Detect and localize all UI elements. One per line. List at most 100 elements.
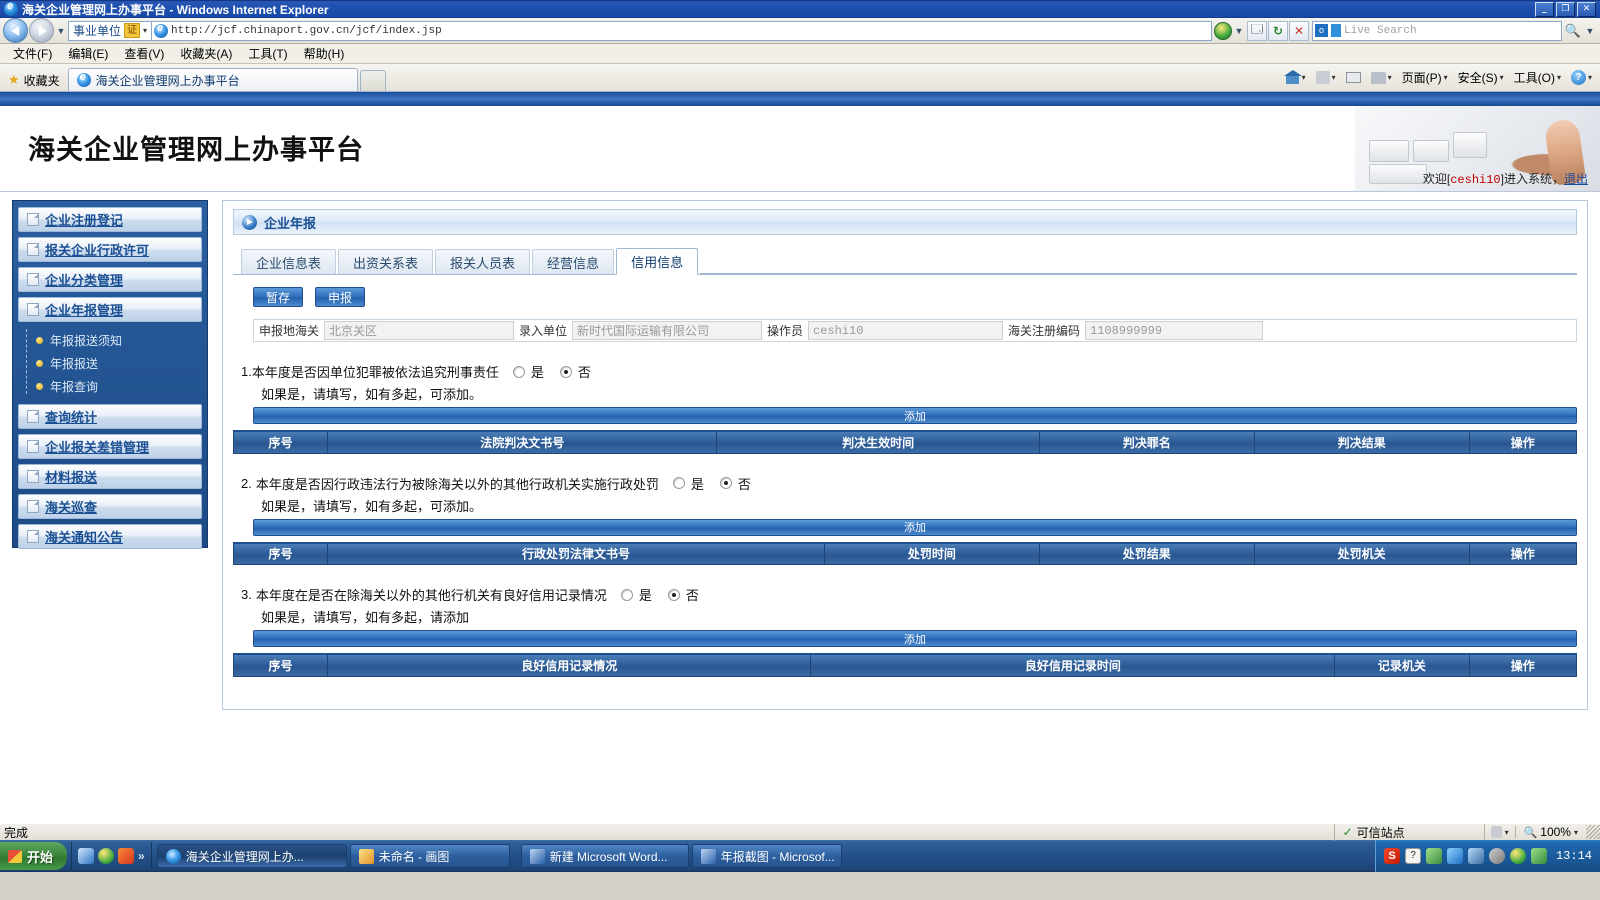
favorites-button[interactable]: ★ 收藏夹 — [4, 69, 68, 91]
menu-edit[interactable]: 编辑(E) — [61, 43, 115, 64]
home-button[interactable]: ▾ — [1281, 69, 1310, 87]
browser-tab-active[interactable]: 海关企业管理网上办事平台 — [68, 68, 358, 91]
start-button[interactable]: 开始 — [0, 842, 67, 870]
logout-link[interactable]: 退出 — [1564, 172, 1588, 186]
panel-title: 企业年报 — [264, 213, 316, 232]
quicklaunch-overflow-icon[interactable]: » — [138, 849, 145, 863]
sidebar-item-material-submission[interactable]: 材料报送 — [18, 464, 202, 489]
question-1-radio-yes[interactable] — [513, 366, 525, 378]
minimize-button[interactable]: _ — [1535, 2, 1554, 17]
field-value-entry-unit[interactable]: 新时代国际运输有限公司 — [572, 321, 762, 340]
sidebar-item-classification[interactable]: 企业分类管理 — [18, 267, 202, 292]
menu-tools[interactable]: 工具(T) — [241, 43, 294, 64]
save-draft-button[interactable]: 暂存 — [253, 287, 303, 307]
field-value-declaration-customs[interactable]: 北京关区 — [324, 321, 514, 340]
lock-caret-icon[interactable]: ▾ — [1505, 828, 1509, 837]
resize-grip[interactable] — [1586, 825, 1600, 839]
menu-view[interactable]: 查看(V) — [117, 43, 171, 64]
tools-menu-button[interactable]: 工具(O)▾ — [1510, 67, 1565, 88]
question-1-radio-no[interactable] — [560, 366, 572, 378]
quicklaunch-browser-icon[interactable] — [78, 848, 94, 864]
window-titlebar: 海关企业管理网上办事平台 - Windows Internet Explorer… — [0, 0, 1600, 18]
back-button[interactable] — [3, 18, 28, 43]
print-button[interactable]: ▾ — [1367, 70, 1396, 86]
tray-shield-icon[interactable] — [1531, 848, 1547, 864]
feeds-button[interactable]: ▾ — [1312, 69, 1340, 86]
close-button[interactable]: ✕ — [1577, 2, 1596, 17]
security-zone-indicator[interactable]: ✓ 可信站点 — [1335, 824, 1485, 841]
sidebar-item-error-management[interactable]: 企业报关差错管理 — [18, 434, 202, 459]
tray-help-icon[interactable]: ? — [1405, 848, 1421, 864]
mail-button[interactable] — [1342, 70, 1365, 85]
tray-sogou-icon[interactable]: S — [1384, 848, 1400, 864]
tab-declarant-list[interactable]: 报关人员表 — [435, 249, 530, 274]
print-caret-icon[interactable]: ▾ — [1388, 73, 1392, 82]
page-caret-icon[interactable]: ▾ — [1444, 73, 1448, 82]
question-3-add-button[interactable]: 添加 — [253, 630, 1577, 647]
field-value-operator[interactable]: ceshi10 — [808, 321, 1003, 340]
address-bar[interactable]: http://jcf.chinaport.gov.cn/jcf/index.js… — [151, 21, 1212, 41]
certificate-caret-icon[interactable]: ▾ — [143, 26, 147, 35]
sidebar-subitem-report-query[interactable]: 年报查询 — [36, 375, 202, 398]
address-dropdown-icon[interactable]: ▼ — [1232, 26, 1246, 36]
protected-mode-indicator[interactable]: ▾ — [1485, 826, 1516, 838]
forward-button[interactable] — [29, 18, 54, 43]
go-button[interactable] — [1214, 22, 1232, 40]
quicklaunch-media-icon[interactable] — [118, 848, 134, 864]
question-2-radio-no[interactable] — [720, 477, 732, 489]
question-1-add-button[interactable]: 添加 — [253, 407, 1577, 424]
task-button-paint[interactable]: 未命名 - 画图 — [350, 844, 510, 868]
tray-blue-icon[interactable] — [1447, 848, 1463, 864]
sidebar-item-query-statistics[interactable]: 查询统计 — [18, 404, 202, 429]
submit-button[interactable]: 申报 — [315, 287, 365, 307]
question-3-radio-yes[interactable] — [621, 589, 633, 601]
tray-clock-icon[interactable] — [1489, 848, 1505, 864]
system-clock[interactable]: 13:14 — [1552, 849, 1592, 863]
restore-button[interactable]: ❐ — [1556, 2, 1575, 17]
search-provider-dropdown-icon[interactable]: ▼ — [1583, 26, 1597, 36]
home-caret-icon[interactable]: ▾ — [1302, 73, 1306, 82]
sidebar-item-customs-inspection[interactable]: 海关巡查 — [18, 494, 202, 519]
question-2-add-button[interactable]: 添加 — [253, 519, 1577, 536]
question-2-radio-yes[interactable] — [673, 477, 685, 489]
field-value-customs-code[interactable]: 1108999999 — [1085, 321, 1263, 340]
quicklaunch-antivirus-icon[interactable] — [98, 848, 114, 864]
recent-pages-dropdown-icon[interactable]: ▼ — [54, 26, 68, 36]
stop-icon[interactable]: ✕ — [1289, 21, 1309, 41]
refresh-icon[interactable]: ↻ — [1268, 21, 1288, 41]
certificate-indicator[interactable]: 事业单位 证 ▾ — [68, 21, 151, 41]
new-tab-button[interactable] — [360, 70, 386, 91]
sidebar-subitem-report-notice[interactable]: 年报报送须知 — [36, 329, 202, 352]
sidebar-item-customs-announcements[interactable]: 海关通知公告 — [18, 524, 202, 549]
tray-green-icon[interactable] — [1426, 848, 1442, 864]
tab-credit-info[interactable]: 信用信息 — [616, 248, 698, 275]
menu-file[interactable]: 文件(F) — [6, 43, 59, 64]
search-input[interactable]: o Live Search — [1312, 21, 1562, 41]
tools-caret-icon[interactable]: ▾ — [1557, 73, 1561, 82]
tray-network-icon[interactable] — [1468, 848, 1484, 864]
tray-antivirus-icon[interactable] — [1510, 848, 1526, 864]
help-caret-icon[interactable]: ▾ — [1588, 73, 1592, 82]
sidebar-subitem-report-submit[interactable]: 年报报送 — [36, 352, 202, 375]
help-menu-button[interactable]: ?▾ — [1567, 68, 1596, 87]
menu-favorites[interactable]: 收藏夹(A) — [173, 43, 239, 64]
safety-menu-button[interactable]: 安全(S)▾ — [1454, 67, 1508, 88]
tab-capital-relation[interactable]: 出资关系表 — [338, 249, 433, 274]
zoom-caret-icon[interactable]: ▾ — [1574, 828, 1578, 837]
zoom-control[interactable]: 🔍 100% ▾ — [1516, 825, 1586, 839]
menu-help[interactable]: 帮助(H) — [297, 43, 352, 64]
page-menu-button[interactable]: 页面(P)▾ — [1398, 67, 1452, 88]
sidebar-item-enterprise-registration[interactable]: 企业注册登记 — [18, 207, 202, 232]
search-submit-icon[interactable]: 🔍 — [1563, 21, 1583, 41]
sidebar-item-declaration-license[interactable]: 报关企业行政许可 — [18, 237, 202, 262]
task-button-word-2[interactable]: 年报截图 - Microsof... — [692, 844, 842, 868]
tab-enterprise-info[interactable]: 企业信息表 — [241, 249, 336, 274]
safety-caret-icon[interactable]: ▾ — [1500, 73, 1504, 82]
task-button-word-1[interactable]: 新建 Microsoft Word... — [521, 844, 689, 868]
tab-business-info[interactable]: 经营信息 — [532, 249, 614, 274]
question-3-radio-no[interactable] — [668, 589, 680, 601]
feeds-caret-icon[interactable]: ▾ — [1332, 73, 1336, 82]
sidebar-item-annual-report-management[interactable]: 企业年报管理 — [18, 297, 202, 322]
task-button-browser[interactable]: 海关企业管理网上办... — [157, 844, 347, 868]
compatibility-view-icon[interactable]: 🗔 — [1247, 21, 1267, 41]
